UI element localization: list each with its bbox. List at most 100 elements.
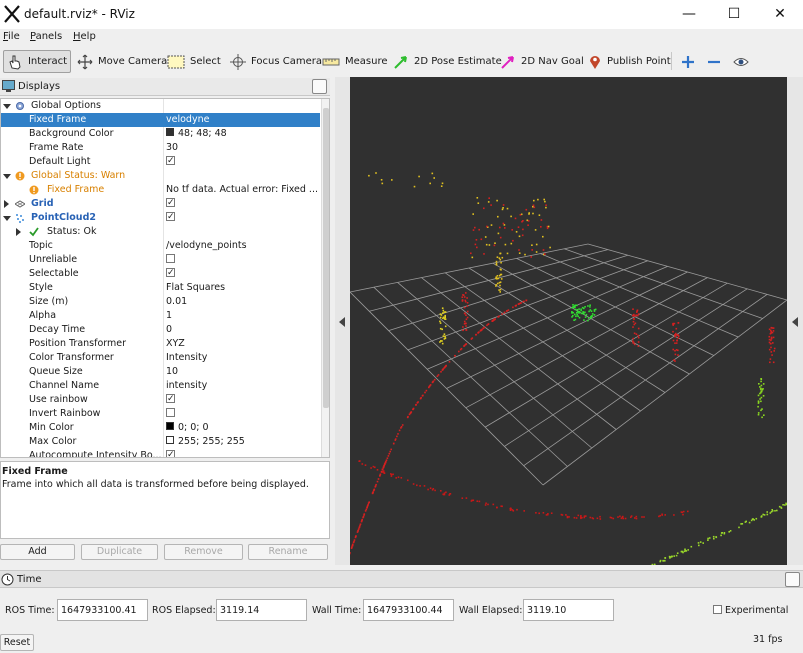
- tool-visibility-button[interactable]: [730, 50, 757, 73]
- tree-row-grid[interactable]: Grid: [1, 197, 320, 211]
- cloud-point: [372, 465, 375, 468]
- tree-row-global-status[interactable]: Global Status: Warn: [1, 169, 320, 183]
- decay-time-value[interactable]: 0: [166, 323, 319, 337]
- cloud-point: [442, 335, 445, 337]
- frame-rate-value[interactable]: 30: [166, 141, 319, 155]
- ros-elapsed-field[interactable]: 3119.14: [216, 599, 307, 621]
- duplicate-display-button[interactable]: Duplicate: [81, 544, 158, 560]
- move-camera-tool[interactable]: Move Camera: [74, 50, 170, 73]
- nav-goal-tool[interactable]: 2D Nav Goal: [497, 50, 587, 73]
- tree-row-global-options[interactable]: Global Options: [1, 99, 320, 113]
- min-color-value[interactable]: 0; 0; 0: [166, 421, 319, 435]
- maximize-button[interactable]: ☐: [722, 4, 746, 24]
- collapse-arrow-icon[interactable]: [16, 228, 21, 236]
- collapse-left-icon[interactable]: [339, 317, 345, 327]
- left-dock-handle[interactable]: [335, 77, 350, 565]
- measure-tool[interactable]: Measure: [319, 50, 391, 73]
- tree-row-frame-rate[interactable]: Frame Rate 30: [1, 141, 320, 155]
- tree-row-max-color[interactable]: Max Color 255; 255; 255: [1, 435, 320, 449]
- expand-arrow-icon[interactable]: [3, 216, 11, 221]
- tree-row-position-transformer[interactable]: Position Transformer XYZ: [1, 337, 320, 351]
- publish-point-tool[interactable]: Publish Point: [585, 50, 674, 73]
- interact-tool[interactable]: Interact: [3, 50, 71, 73]
- menu-file[interactable]: File: [3, 31, 20, 42]
- undock-button[interactable]: [312, 79, 327, 94]
- autocompute-checkbox[interactable]: [166, 449, 175, 457]
- tree-row-fixed-frame[interactable]: Fixed Frame velodyne: [1, 113, 320, 127]
- cloud-point: [362, 515, 365, 518]
- channel-name-value[interactable]: intensity: [166, 379, 319, 393]
- displays-tree[interactable]: Global Options Fixed Frame velodyne Back…: [0, 98, 330, 458]
- tree-row-fixed-frame-status[interactable]: Fixed Frame No tf data. Actual error: Fi…: [1, 183, 320, 197]
- remove-display-button[interactable]: Remove: [164, 544, 243, 560]
- undock-time-button[interactable]: [785, 572, 800, 587]
- experimental-option[interactable]: Experimental: [713, 605, 788, 616]
- grid-enabled-checkbox[interactable]: [166, 197, 175, 210]
- cloud-point: [674, 342, 676, 344]
- collapse-arrow-icon[interactable]: [4, 200, 9, 208]
- menu-panels[interactable]: Panels: [30, 31, 62, 42]
- tree-row-autocompute-intensity[interactable]: Autocompute Intensity Bo...: [1, 449, 320, 457]
- render-viewport[interactable]: [350, 77, 787, 565]
- background-color-value[interactable]: 48; 48; 48: [166, 127, 319, 141]
- max-color-value[interactable]: 255; 255; 255: [166, 435, 319, 449]
- tree-row-pointcloud2[interactable]: PointCloud2: [1, 211, 320, 225]
- experimental-checkbox[interactable]: [713, 605, 722, 614]
- tree-row-queue-size[interactable]: Queue Size 10: [1, 365, 320, 379]
- selectable-checkbox[interactable]: [166, 267, 175, 280]
- tree-row-status-ok[interactable]: Status: Ok: [1, 225, 320, 239]
- fixed-frame-value[interactable]: velodyne: [166, 113, 319, 127]
- queue-size-value[interactable]: 10: [166, 365, 319, 379]
- cloud-point: [502, 204, 505, 206]
- expand-arrow-icon[interactable]: [3, 104, 11, 109]
- add-tool-button[interactable]: [678, 50, 703, 73]
- tree-row-alpha[interactable]: Alpha 1: [1, 309, 320, 323]
- default-light-checkbox[interactable]: [166, 155, 175, 168]
- tree-row-channel-name[interactable]: Channel Name intensity: [1, 379, 320, 393]
- alpha-value[interactable]: 1: [166, 309, 319, 323]
- right-dock-handle[interactable]: [787, 77, 803, 565]
- position-transformer-value[interactable]: XYZ: [166, 337, 319, 351]
- tree-row-use-rainbow[interactable]: Use rainbow: [1, 393, 320, 407]
- unreliable-checkbox[interactable]: [166, 254, 175, 263]
- tree-row-default-light[interactable]: Default Light: [1, 155, 320, 169]
- collapse-right-icon[interactable]: [792, 317, 798, 327]
- style-value[interactable]: Flat Squares: [166, 281, 319, 295]
- topic-value[interactable]: /velodyne_points: [166, 239, 319, 253]
- tree-row-background-color[interactable]: Background Color 48; 48; 48: [1, 127, 320, 141]
- minimize-button[interactable]: —: [677, 4, 701, 24]
- pointcloud2-enabled-checkbox[interactable]: [166, 211, 175, 224]
- rename-display-button[interactable]: Rename: [248, 544, 328, 560]
- focus-camera-tool[interactable]: Focus Camera: [227, 50, 325, 73]
- select-tool[interactable]: Select: [164, 50, 224, 73]
- tree-row-size[interactable]: Size (m) 0.01: [1, 295, 320, 309]
- wall-elapsed-field[interactable]: 3119.10: [523, 599, 614, 621]
- pose-estimate-tool[interactable]: 2D Pose Estimate: [390, 50, 505, 73]
- tree-row-selectable[interactable]: Selectable: [1, 267, 320, 281]
- use-rainbow-checkbox[interactable]: [166, 393, 175, 406]
- tree-row-invert-rainbow[interactable]: Invert Rainbow: [1, 407, 320, 421]
- ros-time-field[interactable]: 1647933100.41: [57, 599, 148, 621]
- expand-arrow-icon[interactable]: [3, 174, 11, 179]
- color-transformer-value[interactable]: Intensity: [166, 351, 319, 365]
- close-button[interactable]: ✕: [768, 4, 792, 24]
- wall-time-field[interactable]: 1647933100.44: [363, 599, 454, 621]
- scene-canvas[interactable]: [350, 77, 787, 565]
- tree-scrollbar[interactable]: [321, 99, 329, 457]
- reset-button[interactable]: Reset: [0, 634, 34, 651]
- tree-row-style[interactable]: Style Flat Squares: [1, 281, 320, 295]
- cloud-point: [488, 244, 491, 246]
- tree-row-decay-time[interactable]: Decay Time 0: [1, 323, 320, 337]
- add-display-button[interactable]: Add: [0, 544, 75, 560]
- tree-row-topic[interactable]: Topic /velodyne_points: [1, 239, 320, 253]
- menu-help[interactable]: Help: [73, 31, 96, 42]
- invert-rainbow-checkbox[interactable]: [166, 408, 175, 417]
- cloud-point: [599, 518, 602, 520]
- scrollbar-thumb[interactable]: [323, 108, 329, 408]
- tree-row-unreliable[interactable]: Unreliable: [1, 253, 320, 267]
- size-value[interactable]: 0.01: [166, 295, 319, 309]
- remove-tool-button[interactable]: [704, 50, 729, 73]
- cloud-point: [383, 472, 386, 474]
- tree-row-min-color[interactable]: Min Color 0; 0; 0: [1, 421, 320, 435]
- tree-row-color-transformer[interactable]: Color Transformer Intensity: [1, 351, 320, 365]
